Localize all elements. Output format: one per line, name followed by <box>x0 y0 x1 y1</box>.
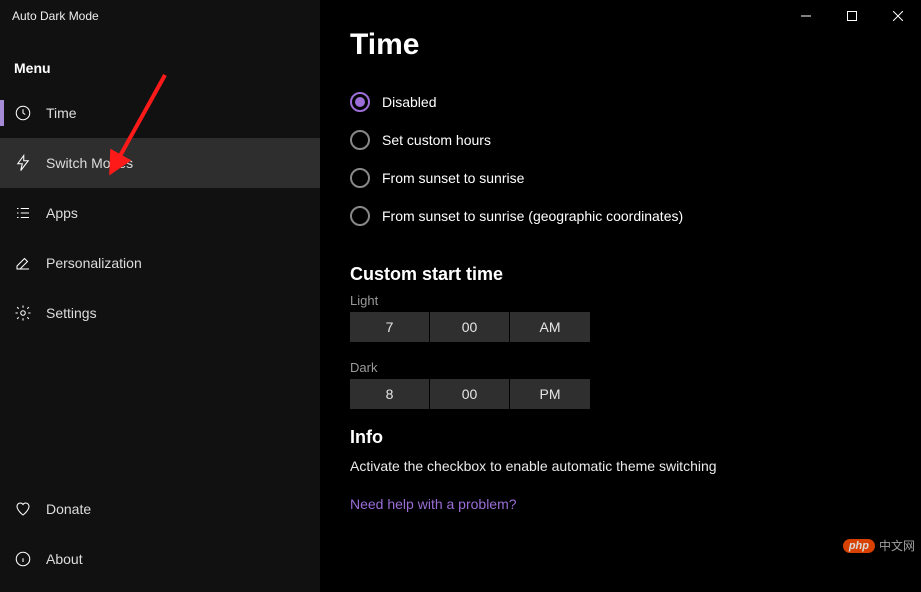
info-icon <box>14 550 32 568</box>
close-button[interactable] <box>875 0 921 32</box>
sidebar-menu-label: Menu <box>0 32 320 88</box>
custom-start-title: Custom start time <box>350 264 891 285</box>
sidebar-item-label: Switch Modes <box>46 155 133 171</box>
radio-circle-icon <box>350 168 370 188</box>
dark-period[interactable]: PM <box>510 379 590 409</box>
sidebar-item-apps[interactable]: Apps <box>0 188 320 238</box>
sidebar-item-label: Settings <box>46 305 97 321</box>
watermark: php 中文网 <box>843 537 915 554</box>
sidebar-item-settings[interactable]: Settings <box>0 288 320 338</box>
radio-circle-icon <box>350 92 370 112</box>
radio-custom-hours[interactable]: Set custom hours <box>350 130 891 150</box>
radio-sunset-sunrise[interactable]: From sunset to sunrise <box>350 168 891 188</box>
radio-circle-icon <box>350 206 370 226</box>
gear-icon <box>14 304 32 322</box>
light-label: Light <box>350 293 891 308</box>
clock-icon <box>14 104 32 122</box>
help-link[interactable]: Need help with a problem? <box>350 496 891 512</box>
sidebar-item-switch-modes[interactable]: Switch Modes <box>0 138 320 188</box>
sidebar-item-time[interactable]: Time <box>0 88 320 138</box>
dark-hour[interactable]: 8 <box>350 379 430 409</box>
sidebar-item-label: Apps <box>46 205 78 221</box>
sidebar-item-donate[interactable]: Donate <box>0 484 320 534</box>
radio-label: From sunset to sunrise <box>382 170 524 186</box>
dark-minute[interactable]: 00 <box>430 379 510 409</box>
lightning-icon <box>14 154 32 172</box>
sidebar-item-label: Personalization <box>46 255 142 271</box>
edit-icon <box>14 254 32 272</box>
maximize-button[interactable] <box>829 0 875 32</box>
dark-label: Dark <box>350 360 891 375</box>
light-hour[interactable]: 7 <box>350 312 430 342</box>
info-title: Info <box>350 427 891 448</box>
radio-sunset-sunrise-geo[interactable]: From sunset to sunrise (geographic coord… <box>350 206 891 226</box>
sidebar-item-label: About <box>46 551 83 567</box>
window-title: Auto Dark Mode <box>0 0 320 32</box>
dark-time-picker[interactable]: 8 00 PM <box>350 379 891 409</box>
radio-label: Set custom hours <box>382 132 491 148</box>
sidebar-nav: Time Switch Modes Apps Personalization <box>0 88 320 592</box>
content-pane: Time Disabled Set custom hours From suns… <box>320 0 921 592</box>
info-text: Activate the checkbox to enable automati… <box>350 458 891 474</box>
sidebar-item-about[interactable]: About <box>0 534 320 584</box>
heart-icon <box>14 500 32 518</box>
radio-label: Disabled <box>382 94 436 110</box>
window-controls <box>783 0 921 32</box>
light-minute[interactable]: 00 <box>430 312 510 342</box>
light-period[interactable]: AM <box>510 312 590 342</box>
page-title: Time <box>350 28 891 62</box>
time-mode-radio-group: Disabled Set custom hours From sunset to… <box>350 92 891 226</box>
sidebar-item-personalization[interactable]: Personalization <box>0 238 320 288</box>
radio-circle-icon <box>350 130 370 150</box>
light-time-picker[interactable]: 7 00 AM <box>350 312 891 342</box>
radio-disabled[interactable]: Disabled <box>350 92 891 112</box>
sidebar: Auto Dark Mode Menu Time Switch Modes Ap… <box>0 0 320 592</box>
sidebar-item-label: Time <box>46 105 77 121</box>
sidebar-item-label: Donate <box>46 501 91 517</box>
watermark-badge: php <box>843 539 875 553</box>
radio-label: From sunset to sunrise (geographic coord… <box>382 208 683 224</box>
watermark-text: 中文网 <box>879 537 915 554</box>
minimize-button[interactable] <box>783 0 829 32</box>
apps-list-icon <box>14 204 32 222</box>
